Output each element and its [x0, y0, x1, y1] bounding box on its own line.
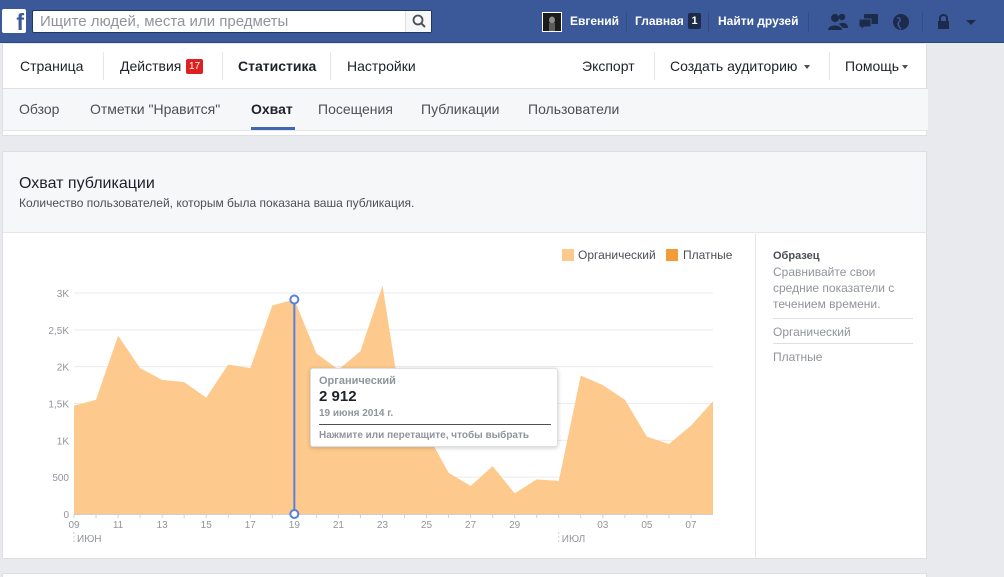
help-caret-icon: [902, 65, 908, 69]
y-tick-label: 1K: [57, 436, 70, 447]
month-label: ИЮЛ: [562, 534, 585, 545]
divider: [222, 52, 223, 80]
facebook-logo-icon[interactable]: f: [2, 9, 26, 35]
export-button[interactable]: Экспорт: [582, 58, 635, 74]
search-icon: [412, 14, 426, 28]
top-bar: f Евгений Главная 1 Найти друзей: [0, 0, 1004, 43]
home-count-badge: 1: [688, 13, 701, 29]
tab-activity[interactable]: Действия: [120, 58, 181, 74]
profile-link[interactable]: Евгений: [570, 14, 619, 28]
legend-swatch-paid: [666, 249, 678, 261]
month-label: ИЮН: [77, 534, 102, 545]
x-tick-label: 27: [465, 520, 477, 531]
y-tick-label: 2K: [57, 363, 70, 374]
reach-card-header: Охват публикации Количество пользователе…: [3, 152, 926, 233]
divider: [654, 52, 655, 80]
chart-legend: Органический Платные: [562, 248, 733, 262]
tab-settings[interactable]: Настройки: [347, 58, 416, 74]
tab-overview[interactable]: Обзор: [19, 101, 59, 117]
divider: [829, 52, 830, 80]
divider: [708, 12, 709, 32]
divider: [330, 52, 331, 80]
tooltip-series: Органический: [319, 375, 396, 387]
tooltip-date: 19 июня 2014 г.: [319, 408, 394, 419]
x-tick-label: 07: [685, 520, 697, 531]
search-box: [32, 10, 432, 33]
tab-reach[interactable]: Охват: [251, 101, 293, 117]
benchmark-title: Образец: [773, 250, 820, 262]
tab-insights[interactable]: Статистика: [238, 58, 316, 74]
benchmark-paid-toggle[interactable]: Платные: [773, 350, 822, 364]
benchmark-description: Сравнивайте свои средние показатели с те…: [773, 265, 895, 311]
home-link[interactable]: Главная: [635, 14, 684, 28]
divider: [922, 12, 923, 32]
x-tick-label: 11: [113, 520, 124, 531]
friend-requests-icon[interactable]: [827, 12, 849, 32]
create-audience-caret-icon: [804, 65, 810, 69]
tab-visits[interactable]: Посещения: [318, 101, 393, 117]
activity-count-badge: 17: [186, 59, 204, 74]
x-tick-label: 17: [245, 520, 257, 531]
divider: [319, 424, 551, 425]
search-button[interactable]: [405, 11, 431, 32]
reach-subtitle: Количество пользователей, которым была п…: [19, 196, 415, 210]
x-tick-label: 29: [509, 520, 521, 531]
help-button[interactable]: Помощь: [845, 58, 899, 74]
reach-title: Охват публикации: [19, 175, 155, 192]
divider: [773, 318, 913, 319]
tab-people[interactable]: Пользователи: [528, 101, 619, 117]
x-tick-label: 03: [597, 520, 609, 531]
page-header: Страница Действия 17 Статистика Настройк…: [2, 44, 928, 136]
next-card: [2, 573, 927, 577]
x-tick-label: 23: [377, 520, 389, 531]
selection-handle-bottom[interactable]: [289, 509, 300, 519]
tab-posts[interactable]: Публикации: [421, 101, 499, 117]
x-tick-label: 21: [333, 520, 345, 531]
tooltip-value: 2 912: [319, 388, 357, 405]
benchmark-panel: Образец Сравнивайте свои средние показат…: [755, 234, 926, 559]
benchmark-organic-toggle[interactable]: Органический: [773, 325, 851, 339]
legend-swatch-organic: [562, 249, 574, 261]
search-input[interactable]: [33, 11, 405, 32]
create-audience-button[interactable]: Создать аудиторию: [670, 58, 797, 74]
legend-label-organic: Органический: [578, 248, 656, 262]
privacy-lock-icon[interactable]: [935, 12, 953, 32]
chart-tooltip: Органический 2 912 19 июня 2014 г. Нажми…: [310, 368, 558, 447]
x-tick-label: 13: [157, 520, 169, 531]
divider: [626, 12, 627, 32]
x-tick-label: 15: [201, 520, 213, 531]
page-tabs: Страница Действия 17 Статистика Настройк…: [3, 44, 928, 89]
find-friends-link[interactable]: Найти друзей: [718, 14, 798, 28]
divider: [103, 52, 104, 80]
account-menu-chevron-down-icon[interactable]: [962, 12, 980, 32]
active-tab-indicator: [251, 127, 295, 130]
tab-likes[interactable]: Отметки "Нравится": [90, 101, 220, 117]
selection-handle-top[interactable]: [289, 294, 300, 305]
x-tick-label: 09: [68, 520, 80, 531]
y-tick-label: 3K: [57, 289, 70, 300]
messages-icon[interactable]: [858, 12, 880, 32]
divider: [773, 343, 913, 344]
y-tick-label: 2,5K: [48, 326, 69, 337]
x-tick-label: 05: [641, 520, 653, 531]
y-tick-label: 1,5K: [48, 400, 69, 411]
tab-page[interactable]: Страница: [20, 58, 83, 74]
insights-tabs: Обзор Отметки "Нравится" Охват Посещения…: [3, 89, 928, 131]
x-tick-label: 19: [289, 520, 301, 531]
user-avatar[interactable]: [542, 12, 562, 32]
tooltip-hint: Нажмите или перетащите, чтобы выбрать: [319, 430, 530, 441]
divider: [808, 12, 809, 32]
x-tick-label: 25: [421, 520, 433, 531]
legend-label-paid: Платные: [683, 248, 733, 262]
notifications-globe-icon[interactable]: [891, 12, 911, 32]
y-tick-label: 500: [52, 473, 69, 484]
